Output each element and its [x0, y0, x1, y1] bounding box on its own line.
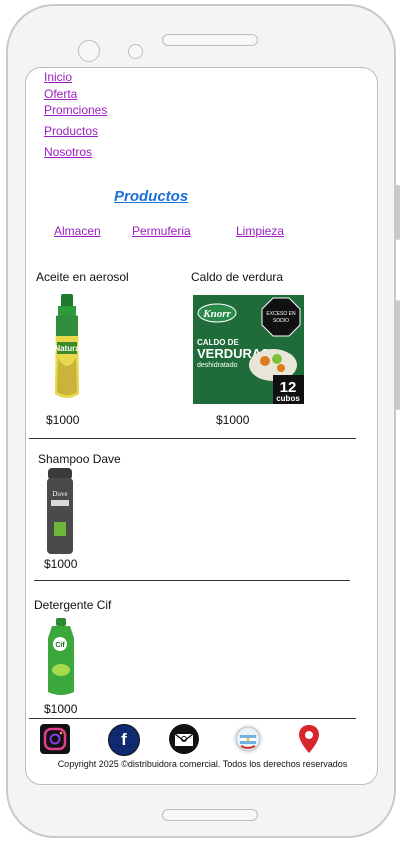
knorr-box-image[interactable]: Knorr EXCESO EN SODIO CALDO DE VERDURAS … — [193, 295, 304, 404]
copyright-text: Copyright 2025 ©distribuidora comercial.… — [57, 759, 348, 769]
knorr-logo: Knorr — [202, 308, 231, 320]
volume-button — [396, 185, 400, 240]
cif-logo: Cif — [55, 642, 65, 649]
dove-logo: Dove — [52, 490, 67, 498]
main-nav: Inicio Oferta Promciones Productos Nosot… — [44, 70, 107, 159]
nav-inicio[interactable]: Inicio — [44, 70, 107, 84]
page-title: Productos — [114, 188, 189, 205]
product-name: Shampoo Dave — [38, 452, 121, 466]
email-icon[interactable] — [169, 724, 199, 754]
product-price: $1000 — [44, 702, 78, 716]
app-screen: Inicio Oferta Promciones Productos Nosot… — [25, 67, 378, 785]
power-button — [396, 300, 400, 410]
instagram-icon[interactable] — [40, 724, 70, 754]
speaker-grill — [162, 34, 258, 46]
product-name: Detergente Cif — [34, 598, 112, 612]
natura-label: Natura — [54, 344, 80, 353]
nav-oferta[interactable]: Oferta — [44, 87, 107, 101]
aerosol-bottle-image[interactable]: Natura — [52, 294, 82, 406]
flag-icon[interactable] — [233, 724, 263, 754]
nav-productos[interactable]: Productos — [44, 124, 107, 138]
sensor-icon — [128, 44, 143, 59]
divider — [29, 718, 356, 719]
home-button[interactable] — [162, 809, 258, 821]
facebook-icon[interactable]: f — [108, 724, 140, 756]
category-perfumeria[interactable]: Permuferia — [132, 224, 191, 238]
pack-unit: cubos — [276, 394, 300, 403]
product-price: $1000 — [46, 413, 80, 427]
product-price: $1000 — [216, 413, 250, 427]
divider — [29, 438, 356, 439]
sodium-badge: SODIO — [273, 318, 289, 324]
category-almacen[interactable]: Almacen — [54, 224, 101, 238]
detergent-bottle-image[interactable]: Cif — [46, 618, 76, 698]
product-name: Caldo de verdura — [191, 270, 284, 284]
camera-icon — [78, 40, 100, 62]
product-price: $1000 — [44, 557, 78, 571]
location-pin-icon[interactable] — [294, 724, 324, 754]
product-name: Aceite en aerosol — [36, 270, 129, 284]
divider — [34, 580, 350, 581]
pack-subtitle: deshidratado — [197, 362, 238, 369]
category-limpieza[interactable]: Limpieza — [236, 224, 284, 238]
sodium-badge: EXCESO EN — [266, 311, 296, 317]
nav-promociones[interactable]: Promciones — [44, 103, 107, 117]
nav-nosotros[interactable]: Nosotros — [44, 145, 107, 159]
shampoo-bottle-image[interactable]: Dove — [46, 468, 74, 554]
